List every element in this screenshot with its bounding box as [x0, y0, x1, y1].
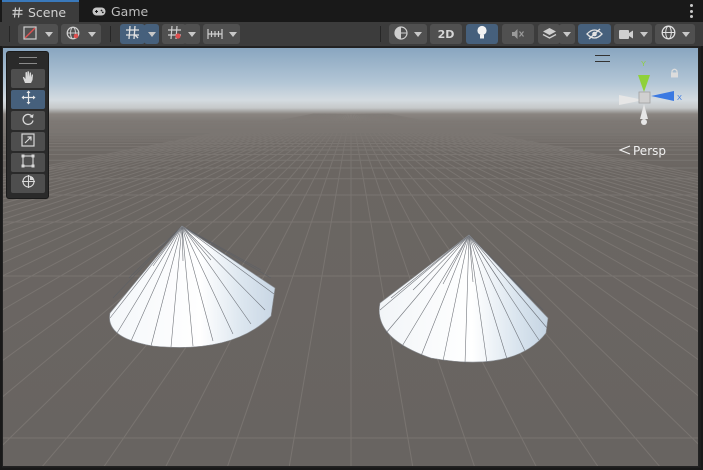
more-options-icon[interactable] — [689, 4, 693, 18]
tab-scene[interactable]: Scene — [2, 0, 79, 22]
gamepad-icon — [92, 7, 106, 16]
chevron-down-icon — [45, 31, 53, 37]
tab-scene-label: Scene — [28, 4, 67, 20]
toolbar-grip — [9, 26, 10, 42]
shading-sphere-icon — [394, 25, 408, 44]
shading-mode-dropdown[interactable] — [389, 24, 427, 44]
orientation-gizmo[interactable]: Y X — [613, 56, 693, 131]
chevron-down-icon — [563, 31, 571, 37]
y-axis-cone[interactable] — [638, 75, 650, 92]
camera-settings-dropdown[interactable] — [614, 24, 652, 44]
chevron-down-icon — [228, 31, 237, 37]
chevron-down-icon — [414, 31, 422, 37]
tab-game[interactable]: Game — [82, 0, 152, 22]
editor-tab-strip: Scene Game — [0, 0, 703, 22]
hash-icon — [12, 6, 23, 18]
z-axis-cone[interactable] — [651, 91, 674, 101]
chevron-down-icon — [681, 31, 690, 37]
pivot-rotation-dropdown[interactable] — [61, 24, 101, 44]
rotate-tool-button[interactable] — [11, 111, 45, 130]
move-tool-button[interactable] — [11, 90, 45, 109]
transform-tool-button[interactable] — [11, 174, 45, 193]
projection-label: Persp — [633, 144, 666, 158]
scale-tool-button[interactable] — [11, 132, 45, 151]
perspective-icon — [618, 144, 631, 158]
gizmos-dropdown[interactable] — [655, 24, 695, 44]
tab-game-label: Game — [111, 3, 149, 19]
scene-viewport[interactable]: Y X Persp — [2, 47, 699, 467]
grid-snapping-button[interactable] — [120, 24, 145, 44]
increment-snap-dropdown[interactable] — [184, 24, 200, 44]
gizmo-globe-icon — [661, 25, 676, 44]
rotate-icon — [21, 111, 35, 130]
lightbulb-icon — [476, 25, 488, 44]
increment-snap-icon — [167, 25, 182, 44]
draw-mode-dropdown[interactable] — [18, 24, 58, 44]
projection-toggle[interactable]: Persp — [618, 144, 666, 158]
draw-mode-icon — [23, 25, 37, 44]
scene-audio-button[interactable] — [502, 24, 534, 44]
snap-settings-dropdown[interactable] — [203, 24, 240, 44]
move-icon — [21, 90, 36, 109]
grid-snap-icon — [125, 25, 140, 44]
scene-toolbar: 2D — [0, 22, 703, 47]
tool-palette — [6, 51, 49, 199]
hand-tool-button[interactable] — [11, 69, 45, 88]
chevron-down-icon — [188, 31, 196, 37]
scale-icon — [21, 132, 35, 151]
toggle-2d-label: 2D — [437, 27, 455, 41]
cone-right[interactable] — [378, 234, 549, 365]
chevron-down-icon — [147, 31, 156, 37]
layers-icon — [542, 25, 557, 44]
ruler-icon — [206, 25, 223, 44]
grid-line — [288, 113, 351, 466]
rect-tool-button[interactable] — [11, 153, 45, 172]
hand-icon — [21, 69, 35, 88]
scene-visibility-button[interactable] — [578, 24, 611, 44]
z-axis-label: X — [677, 93, 682, 102]
gizmo-menu-icon[interactable] — [595, 55, 610, 62]
neg-y-axis-cone[interactable] — [640, 104, 648, 119]
scene-lighting-button[interactable] — [466, 24, 498, 44]
transform-icon — [21, 174, 36, 193]
scene-grid-and-objects — [3, 113, 698, 466]
toolbar-separator — [380, 26, 381, 42]
cone-left[interactable] — [109, 225, 276, 348]
globe-icon — [66, 25, 80, 44]
toggle-2d-button[interactable]: 2D — [430, 24, 462, 44]
toolbar-separator — [110, 26, 111, 42]
scene-effects-dropdown[interactable] — [559, 24, 575, 44]
eye-slash-icon — [586, 25, 603, 44]
increment-snap-button[interactable] — [162, 24, 186, 44]
chevron-down-icon — [640, 31, 648, 37]
audio-mute-icon — [511, 25, 525, 44]
grid-snapping-dropdown[interactable] — [144, 24, 159, 44]
camera-icon — [618, 25, 634, 44]
y-axis-label: Y — [641, 59, 646, 68]
gizmo-center-cube[interactable] — [638, 91, 651, 104]
chevron-down-icon — [88, 31, 96, 37]
rect-icon — [21, 153, 35, 172]
scene-effects-button[interactable] — [538, 24, 560, 44]
palette-grip[interactable] — [19, 57, 37, 64]
